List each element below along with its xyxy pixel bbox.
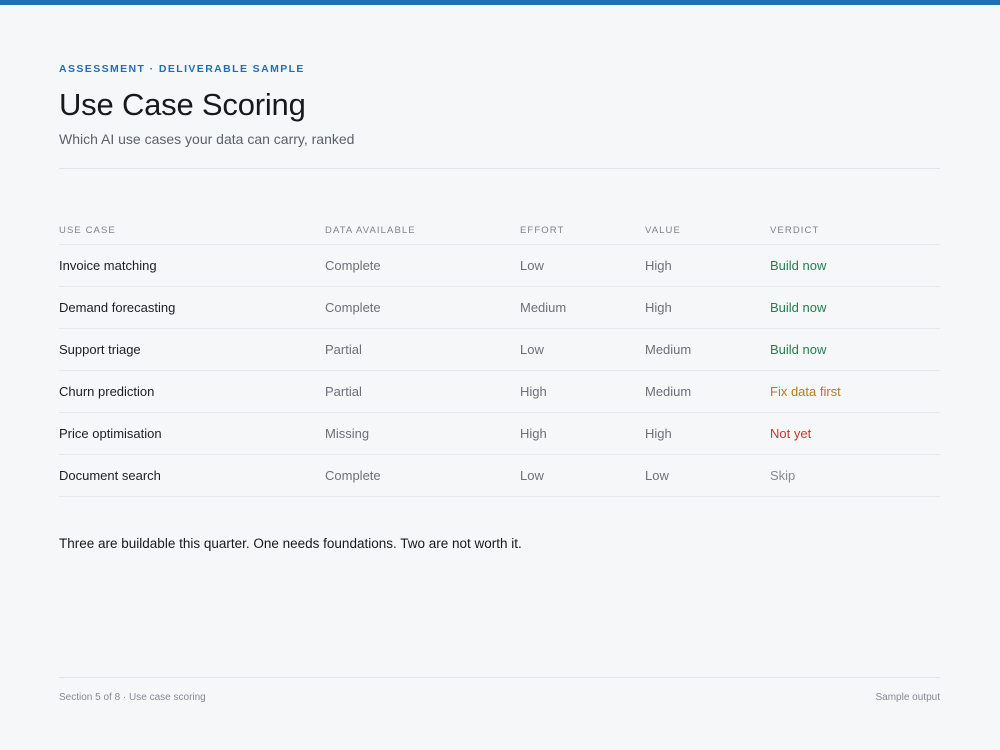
footer-section-label: Section 5 of 8 · Use case scoring: [59, 692, 206, 703]
verdict-cell: Build now: [770, 300, 827, 315]
value-cell: Medium: [645, 384, 692, 399]
effort-cell: Low: [520, 342, 544, 357]
column-header-verdict: VERDICT: [770, 225, 820, 236]
effort-cell: Low: [520, 468, 544, 483]
header-divider: [59, 168, 940, 169]
value-cell: High: [645, 426, 672, 441]
eyebrow-label: ASSESSMENT · DELIVERABLE SAMPLE: [59, 63, 305, 75]
page-subtitle: Which AI use cases your data can carry, …: [59, 131, 355, 147]
table-row: Document search Complete Low Low Skip: [59, 455, 940, 497]
value-cell: Medium: [645, 342, 692, 357]
table-row: Price optimisation Missing High High Not…: [59, 413, 940, 455]
effort-cell: High: [520, 384, 547, 399]
use-case-cell: Price optimisation: [59, 426, 162, 441]
verdict-cell: Fix data first: [770, 384, 841, 399]
footer-sample-label: Sample output: [875, 692, 941, 703]
value-cell: Low: [645, 468, 669, 483]
column-header-use-case: USE CASE: [59, 225, 116, 236]
effort-cell: Medium: [520, 300, 567, 315]
effort-cell: High: [520, 426, 547, 441]
verdict-cell: Build now: [770, 342, 827, 357]
column-header-effort: EFFORT: [520, 225, 565, 236]
use-case-cell: Invoice matching: [59, 258, 157, 273]
value-cell: High: [645, 300, 672, 315]
table-row: Demand forecasting Complete Medium High …: [59, 287, 940, 329]
data-available-cell: Complete: [325, 258, 381, 273]
data-available-cell: Complete: [325, 468, 381, 483]
verdict-cell: Not yet: [770, 426, 812, 441]
table-row: Invoice matching Complete Low High Build…: [59, 245, 940, 287]
table-row: Support triage Partial Low Medium Build …: [59, 329, 940, 371]
data-available-cell: Missing: [325, 426, 370, 441]
effort-cell: Low: [520, 258, 544, 273]
document-page: ASSESSMENT · DELIVERABLE SAMPLE Use Case…: [59, 0, 940, 750]
column-header-data-available: DATA AVAILABLE: [325, 225, 416, 236]
data-available-cell: Partial: [325, 342, 362, 357]
data-available-cell: Complete: [325, 300, 381, 315]
table-row: Churn prediction Partial High Medium Fix…: [59, 371, 940, 413]
summary-text: Three are buildable this quarter. One ne…: [59, 536, 522, 551]
footer-divider: [59, 677, 940, 678]
use-case-cell: Churn prediction: [59, 384, 155, 399]
page-title: Use Case Scoring: [59, 87, 306, 122]
column-header-value: VALUE: [645, 225, 681, 236]
value-cell: High: [645, 258, 672, 273]
use-case-cell: Demand forecasting: [59, 300, 176, 315]
data-available-cell: Partial: [325, 384, 362, 399]
use-case-table: USE CASE DATA AVAILABLE EFFORT VALUE VER…: [59, 222, 940, 497]
use-case-cell: Document search: [59, 468, 161, 483]
use-case-cell: Support triage: [59, 342, 141, 357]
verdict-cell: Skip: [770, 468, 796, 483]
table-header-row: USE CASE DATA AVAILABLE EFFORT VALUE VER…: [59, 222, 940, 245]
verdict-cell: Build now: [770, 258, 827, 273]
